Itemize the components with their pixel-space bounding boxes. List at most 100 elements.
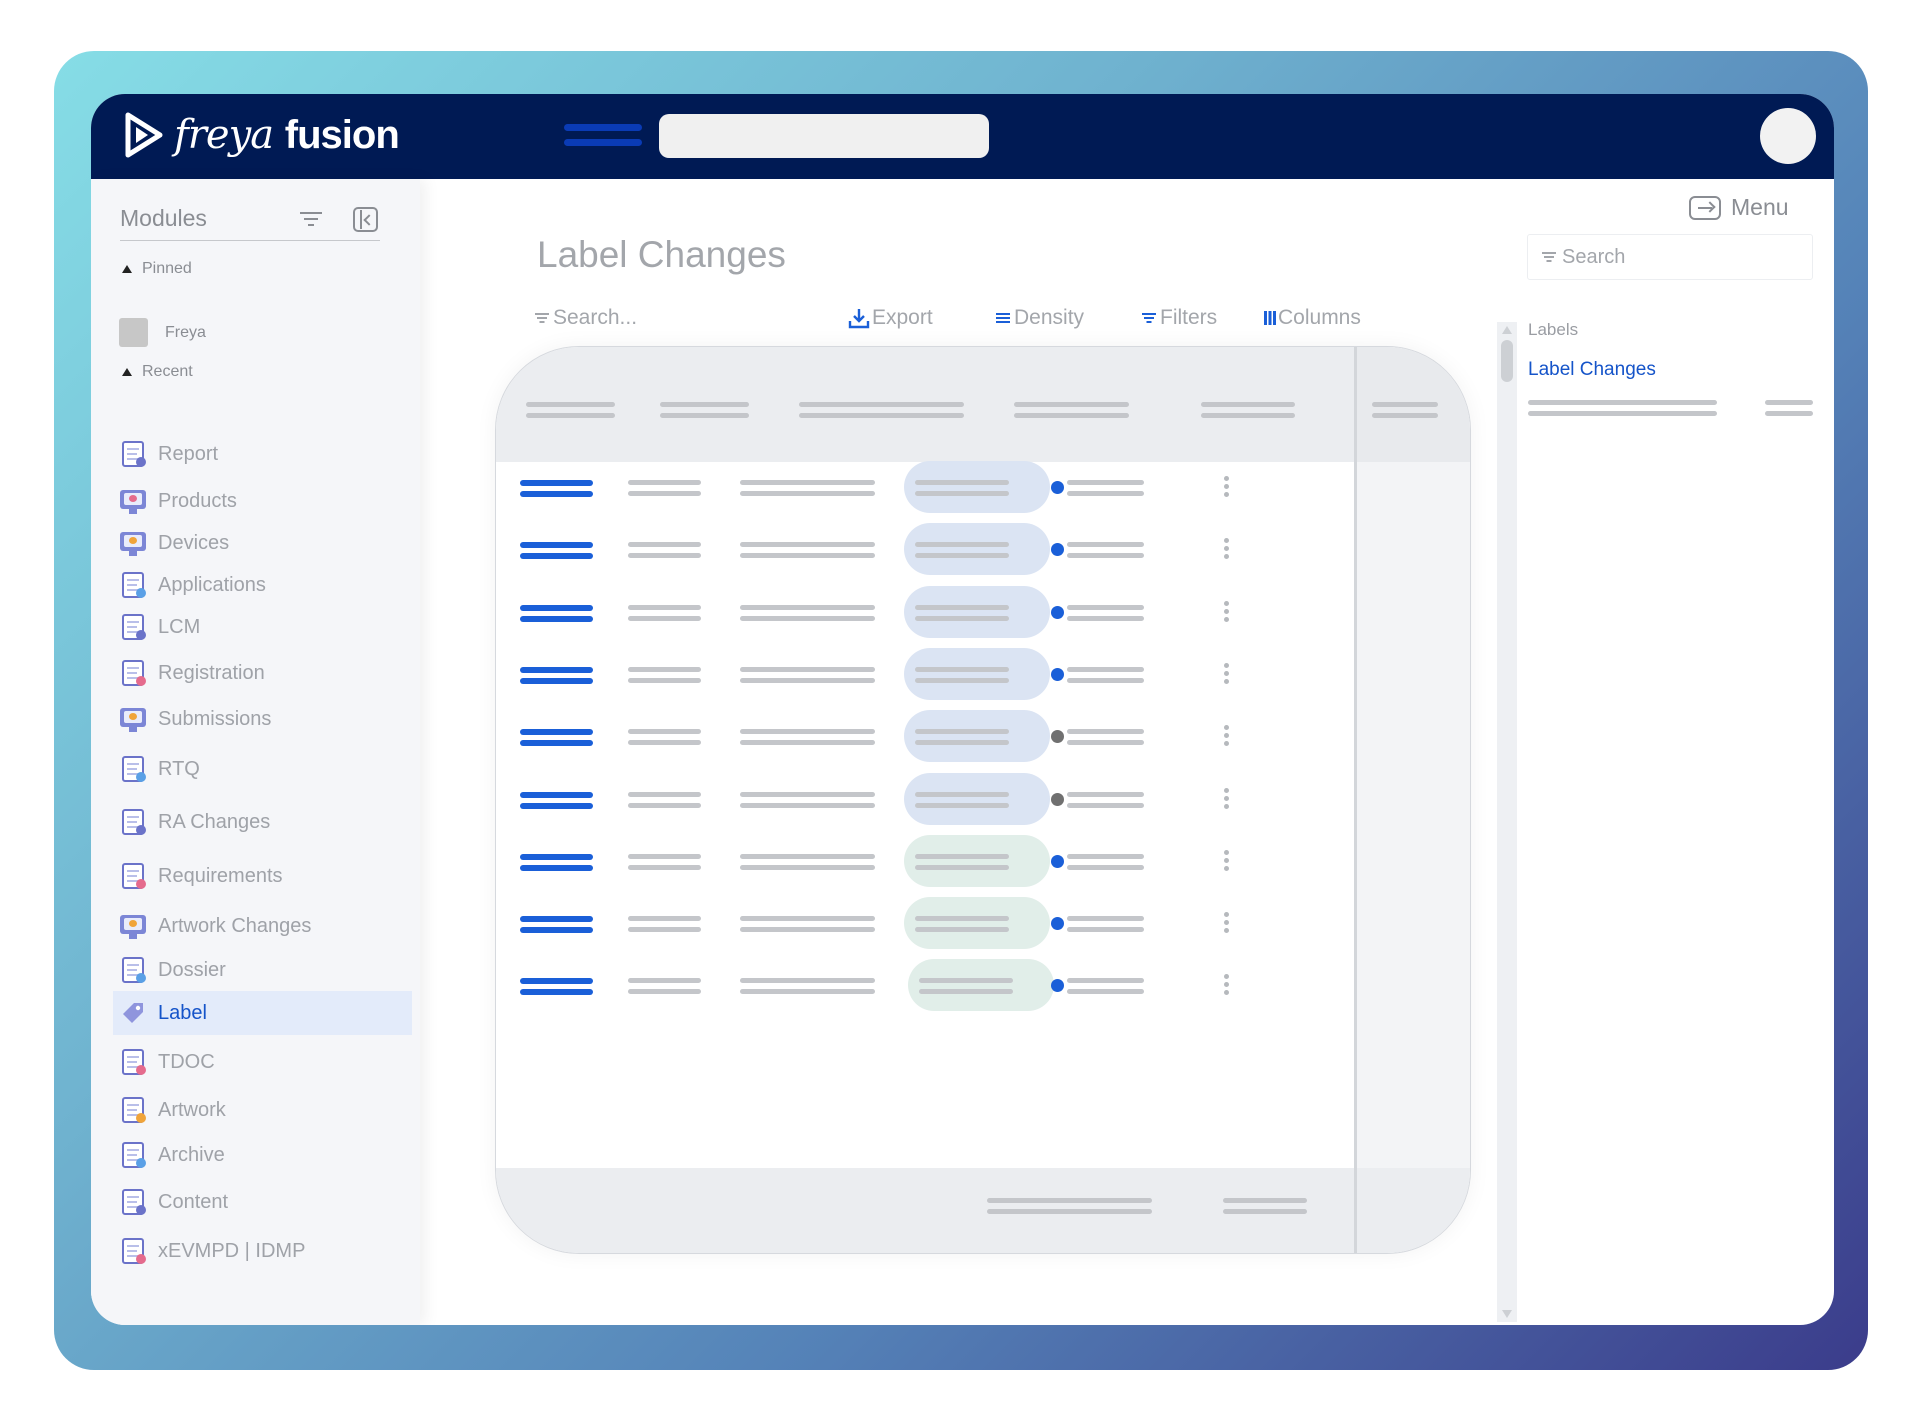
pagination-control[interactable] (1223, 1198, 1307, 1214)
sidebar-item-label: xEVMPD | IDMP (158, 1239, 306, 1262)
header-cell[interactable] (1201, 402, 1295, 418)
sidebar-item-devices[interactable]: Devices (113, 521, 412, 565)
status-pill-text (919, 978, 1013, 994)
xevmpd-icon (119, 1236, 147, 1266)
sidebar-item-ra-changes[interactable]: RA Changes (113, 800, 412, 844)
sidebar-item-registration[interactable]: Registration (113, 651, 412, 695)
artwork-icon (119, 1095, 147, 1125)
row-actions-icon[interactable] (1224, 538, 1229, 560)
ra-changes-icon (119, 807, 147, 837)
collapse-sidebar-icon[interactable] (353, 207, 378, 232)
user-avatar[interactable] (1760, 108, 1816, 164)
table-search[interactable]: Search... (535, 306, 637, 330)
columns-button[interactable]: Columns (1264, 306, 1361, 330)
scroll-down-icon[interactable] (1502, 1310, 1512, 1318)
app-window: freya fusion Modules Pinned Freya Recent… (91, 94, 1834, 1325)
pinned-label: Pinned (142, 260, 192, 277)
row-id-link[interactable] (520, 729, 593, 746)
pinned-item-freya[interactable]: Freya (119, 318, 206, 347)
header-cell[interactable] (1014, 402, 1129, 418)
menu-button[interactable]: Menu (1689, 194, 1789, 221)
vertical-scrollbar[interactable] (1497, 322, 1517, 1322)
row-actions-icon[interactable] (1224, 601, 1229, 623)
row-id-link[interactable] (520, 480, 593, 497)
sidebar-item-archive[interactable]: Archive (113, 1133, 412, 1177)
sidebar-item-label: Requirements (158, 864, 283, 887)
row-actions-icon[interactable] (1224, 912, 1229, 934)
sidebar-item-submissions[interactable]: Submissions (113, 697, 412, 741)
columns-icon (1264, 311, 1276, 325)
header-cell[interactable] (799, 402, 964, 418)
applications-icon (119, 570, 147, 600)
pinned-section-toggle[interactable]: Pinned (122, 260, 192, 278)
header-cell[interactable] (1372, 402, 1438, 418)
status-dot (1051, 855, 1064, 868)
table-cell (740, 792, 875, 808)
density-button[interactable]: Density (996, 306, 1084, 330)
recent-section-toggle[interactable]: Recent (122, 363, 193, 381)
registration-icon (119, 658, 147, 688)
sidebar-item-artwork[interactable]: Artwork (113, 1088, 412, 1132)
table-cell (740, 605, 875, 621)
sidebar-item-products[interactable]: Products (113, 479, 412, 523)
right-panel-search[interactable]: Search (1527, 234, 1813, 280)
row-actions-icon[interactable] (1224, 788, 1229, 810)
row-actions-icon[interactable] (1224, 974, 1229, 996)
export-button[interactable]: Export (848, 306, 933, 330)
header-cell[interactable] (526, 402, 615, 418)
row-id-link[interactable] (520, 667, 593, 684)
sidebar-item-xevmpd-idmp[interactable]: xEVMPD | IDMP (113, 1229, 412, 1273)
actions-column (1357, 347, 1470, 1253)
global-search-input[interactable] (659, 114, 989, 158)
recent-label: Recent (142, 363, 193, 380)
filters-button[interactable]: Filters (1142, 306, 1217, 330)
pagination-info (987, 1198, 1152, 1214)
submissions-icon (119, 704, 147, 734)
row-id-link[interactable] (520, 978, 593, 995)
sidebar-item-artwork-changes[interactable]: Artwork Changes (113, 904, 412, 948)
row-actions-icon[interactable] (1224, 850, 1229, 872)
filter-icon (1142, 312, 1156, 324)
sidebar-item-requirements[interactable]: Requirements (113, 854, 412, 898)
top-bar: freya fusion (91, 94, 1834, 179)
row-id-link[interactable] (520, 854, 593, 871)
sidebar-item-lcm[interactable]: LCM (113, 605, 412, 649)
row-id-link[interactable] (520, 792, 593, 809)
status-pill-text (915, 854, 1009, 870)
row-id-link[interactable] (520, 916, 593, 933)
row-id-link[interactable] (520, 605, 593, 622)
table-cell (628, 667, 701, 683)
sidebar-item-label: Artwork Changes (158, 914, 312, 937)
table-cell (740, 916, 875, 932)
sidebar-item-tdoc[interactable]: TDOC (113, 1040, 412, 1084)
sidebar-item-dossier[interactable]: Dossier (113, 948, 412, 992)
scroll-up-icon[interactable] (1502, 326, 1512, 334)
table-cell (740, 854, 875, 870)
header-cell[interactable] (660, 402, 749, 418)
sidebar-item-label[interactable]: Label (113, 991, 412, 1035)
filters-label: Filters (1160, 306, 1218, 329)
sidebar-item-applications[interactable]: Applications (113, 563, 412, 607)
hamburger-menu-icon[interactable] (564, 124, 642, 146)
table-cell (740, 480, 875, 496)
status-pill-text (915, 542, 1009, 558)
row-actions-icon[interactable] (1224, 476, 1229, 498)
scroll-thumb[interactable] (1501, 340, 1513, 382)
sidebar-item-rtq[interactable]: RTQ (113, 747, 412, 791)
sidebar-item-report[interactable]: Report (113, 432, 412, 476)
app-logo[interactable]: freya fusion (122, 110, 400, 160)
data-table (495, 346, 1471, 1254)
status-pill-text (915, 667, 1009, 683)
row-actions-icon[interactable] (1224, 725, 1229, 747)
devices-icon (119, 528, 147, 558)
page-title: Label Changes (537, 234, 786, 275)
sidebar-item-label: LCM (158, 615, 201, 638)
sidebar-item-label: Content (158, 1190, 229, 1213)
filter-icon[interactable] (300, 211, 322, 227)
status-pill-text (915, 792, 1009, 808)
label-changes-link[interactable]: Label Changes (1528, 359, 1656, 381)
row-actions-icon[interactable] (1224, 663, 1229, 685)
sidebar-item-content[interactable]: Content (113, 1180, 412, 1224)
table-cell (740, 667, 875, 683)
row-id-link[interactable] (520, 542, 593, 559)
